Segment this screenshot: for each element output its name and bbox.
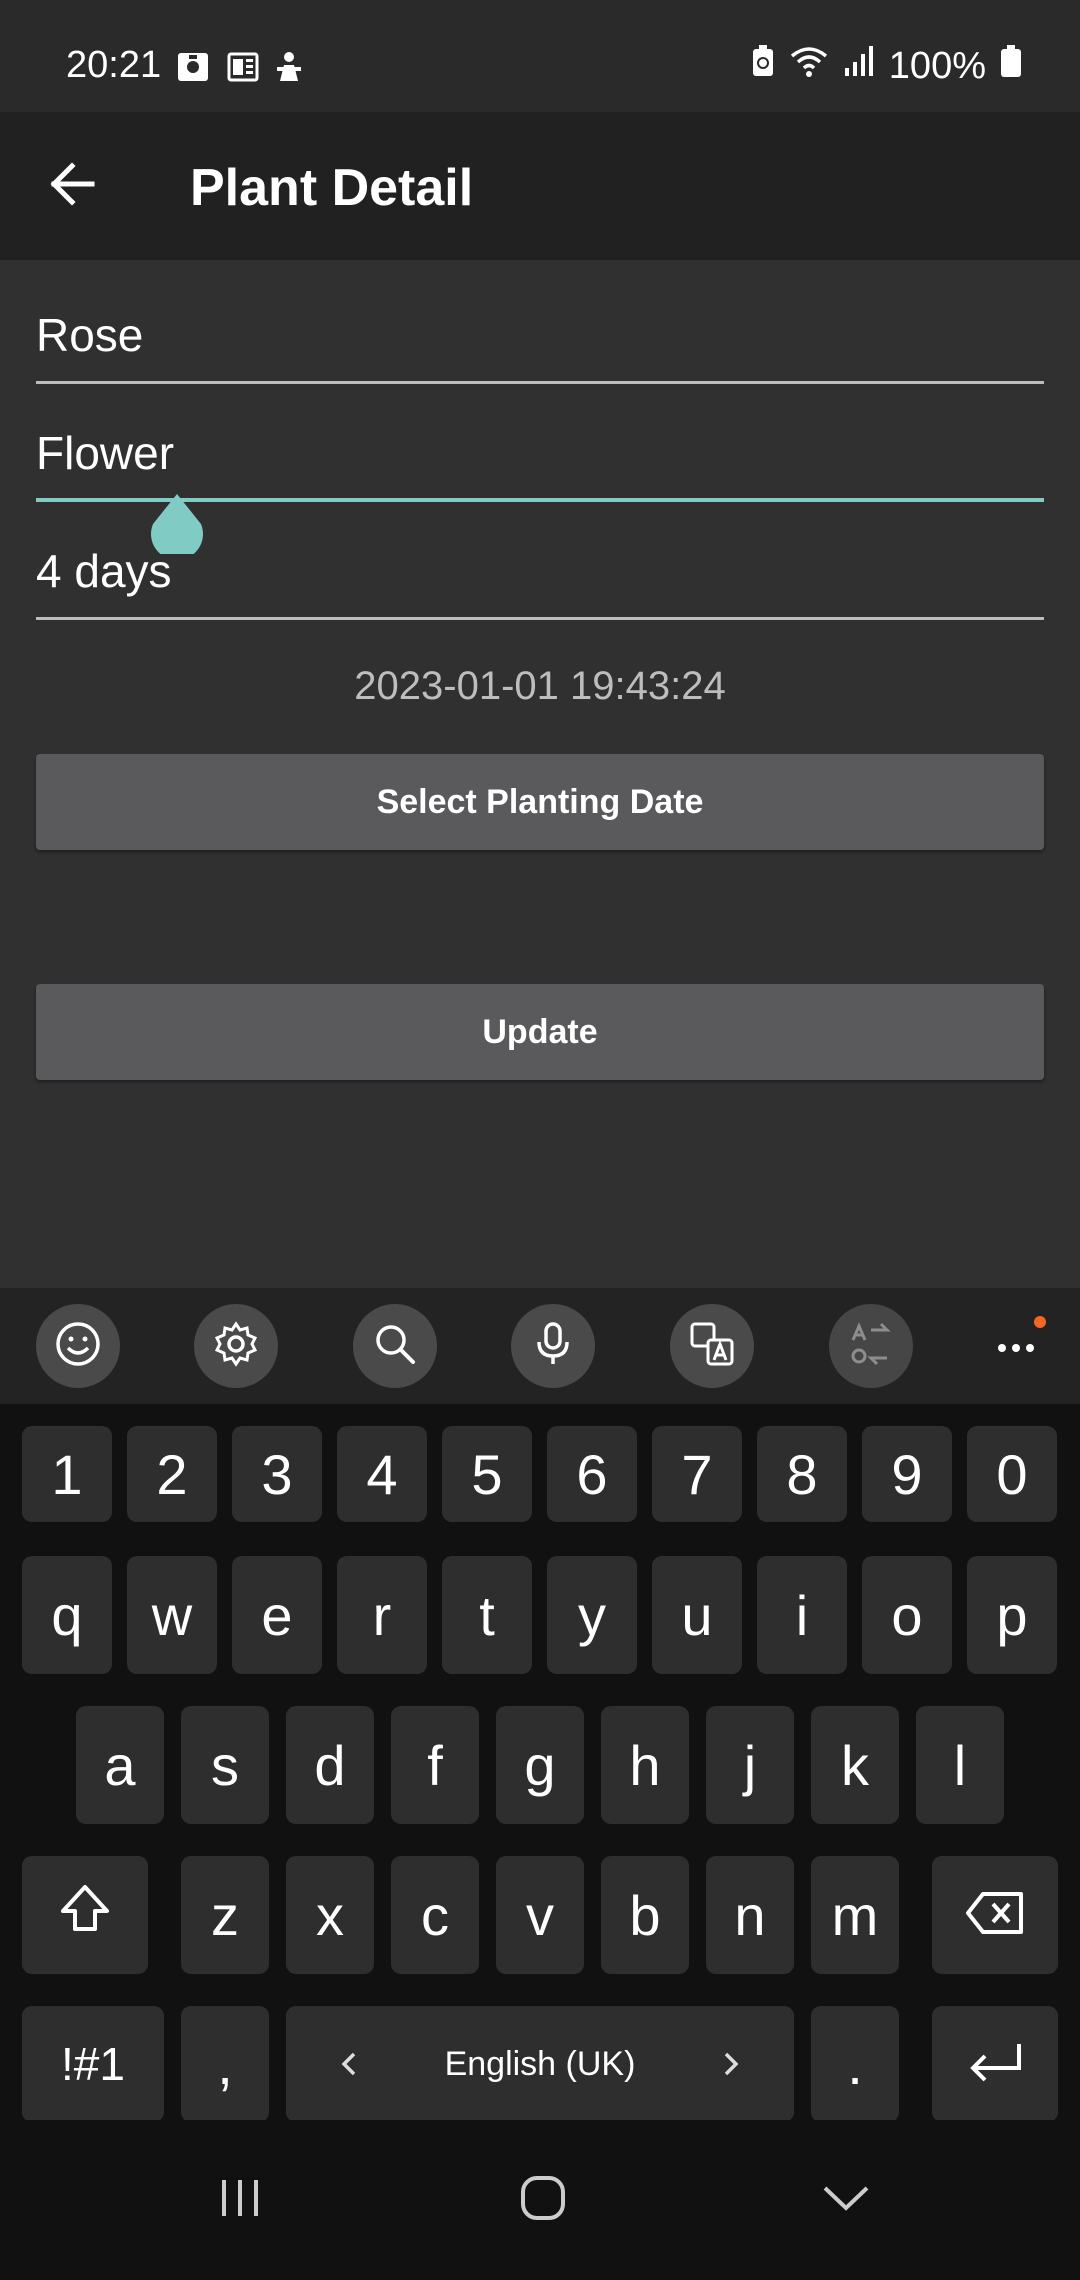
chevron-left-icon bbox=[338, 2006, 358, 2122]
comma-key[interactable]: , bbox=[181, 2006, 269, 2122]
backspace-key[interactable] bbox=[932, 1856, 1058, 1974]
app-bar: Plant Detail bbox=[0, 112, 1080, 260]
wifi-icon bbox=[789, 44, 829, 88]
key-t[interactable]: t bbox=[442, 1556, 532, 1674]
key-g[interactable]: g bbox=[496, 1706, 584, 1824]
battery-text: 100% bbox=[888, 44, 986, 87]
signal-icon bbox=[843, 44, 875, 88]
more-options-button[interactable] bbox=[974, 1304, 1058, 1388]
status-right-group: 100% bbox=[751, 44, 1022, 88]
keyboard-search-button[interactable] bbox=[353, 1304, 437, 1388]
microphone-icon bbox=[529, 1320, 577, 1373]
navigation-bar bbox=[0, 2120, 1080, 2280]
watering-interval-underline bbox=[36, 617, 1044, 620]
key-i[interactable]: i bbox=[757, 1556, 847, 1674]
key-d[interactable]: d bbox=[286, 1706, 374, 1824]
key-y[interactable]: y bbox=[547, 1556, 637, 1674]
key-o[interactable]: o bbox=[862, 1556, 952, 1674]
watering-interval-input[interactable] bbox=[36, 536, 1044, 606]
key-w[interactable]: w bbox=[127, 1556, 217, 1674]
key-s[interactable]: s bbox=[181, 1706, 269, 1824]
emoji-icon bbox=[54, 1320, 102, 1373]
image-notification-icon bbox=[176, 50, 210, 84]
key-v[interactable]: v bbox=[496, 1856, 584, 1974]
shift-icon bbox=[59, 1883, 111, 1948]
text-transform-icon bbox=[847, 1320, 895, 1373]
key-5[interactable]: 5 bbox=[442, 1426, 532, 1522]
settings-icon bbox=[212, 1320, 260, 1373]
space-language-label: English (UK) bbox=[444, 2044, 636, 2083]
plant-type-field bbox=[36, 418, 1044, 502]
key-c[interactable]: c bbox=[391, 1856, 479, 1974]
symbols-key[interactable]: !#1 bbox=[22, 2006, 164, 2122]
recent-apps-button[interactable] bbox=[180, 2160, 300, 2240]
key-6[interactable]: 6 bbox=[547, 1426, 637, 1522]
status-bar: 20:21 100% bbox=[0, 0, 1080, 112]
key-9[interactable]: 9 bbox=[862, 1426, 952, 1522]
key-1[interactable]: 1 bbox=[22, 1426, 112, 1522]
key-j[interactable]: j bbox=[706, 1706, 794, 1824]
key-b[interactable]: b bbox=[601, 1856, 689, 1974]
emoji-button[interactable] bbox=[36, 1304, 120, 1388]
plant-name-input[interactable] bbox=[36, 300, 1044, 370]
recent-apps-icon bbox=[216, 2176, 264, 2225]
hide-keyboard-icon bbox=[821, 2180, 871, 2221]
key-x[interactable]: x bbox=[286, 1856, 374, 1974]
figure-notification-icon bbox=[272, 50, 306, 84]
select-planting-date-button[interactable]: Select Planting Date bbox=[36, 754, 1044, 850]
enter-key[interactable] bbox=[932, 2006, 1058, 2122]
more-icon bbox=[986, 1314, 1046, 1379]
voice-input-button[interactable] bbox=[511, 1304, 595, 1388]
translate-icon bbox=[688, 1320, 736, 1373]
key-3[interactable]: 3 bbox=[232, 1426, 322, 1522]
home-button[interactable] bbox=[483, 2160, 603, 2240]
keyboard-settings-button[interactable] bbox=[194, 1304, 278, 1388]
space-key[interactable]: English (UK) bbox=[286, 2006, 794, 2122]
key-0[interactable]: 0 bbox=[967, 1426, 1057, 1522]
shift-key[interactable] bbox=[22, 1856, 148, 1974]
keyboard-toolbar bbox=[0, 1288, 1080, 1404]
watering-interval-field bbox=[36, 536, 1044, 620]
key-4[interactable]: 4 bbox=[337, 1426, 427, 1522]
key-e[interactable]: e bbox=[232, 1556, 322, 1674]
key-a[interactable]: a bbox=[76, 1706, 164, 1824]
hide-keyboard-button[interactable] bbox=[786, 2160, 906, 2240]
key-k[interactable]: k bbox=[811, 1706, 899, 1824]
key-u[interactable]: u bbox=[652, 1556, 742, 1674]
keyboard: 1 2 3 4 5 6 7 8 9 0 q w e r t y u i o p … bbox=[0, 1404, 1080, 2122]
update-button[interactable]: Update bbox=[36, 984, 1044, 1080]
planting-date-text: 2023-01-01 19:43:24 bbox=[354, 664, 726, 708]
status-time: 20:21 bbox=[66, 44, 162, 86]
chevron-right-icon bbox=[722, 2006, 742, 2122]
key-z[interactable]: z bbox=[181, 1856, 269, 1974]
battery-saver-icon bbox=[751, 44, 775, 88]
key-h[interactable]: h bbox=[601, 1706, 689, 1824]
news-notification-icon bbox=[226, 50, 260, 84]
backspace-icon bbox=[965, 1883, 1025, 1948]
key-q[interactable]: q bbox=[22, 1556, 112, 1674]
key-8[interactable]: 8 bbox=[757, 1426, 847, 1522]
key-p[interactable]: p bbox=[967, 1556, 1057, 1674]
battery-icon bbox=[1000, 44, 1022, 88]
plant-name-field bbox=[36, 300, 1044, 384]
back-button[interactable] bbox=[30, 148, 114, 224]
key-f[interactable]: f bbox=[391, 1706, 479, 1824]
search-icon bbox=[371, 1320, 419, 1373]
page-title: Plant Detail bbox=[190, 159, 474, 217]
key-r[interactable]: r bbox=[337, 1556, 427, 1674]
key-2[interactable]: 2 bbox=[127, 1426, 217, 1522]
key-n[interactable]: n bbox=[706, 1856, 794, 1974]
key-l[interactable]: l bbox=[916, 1706, 1004, 1824]
enter-icon bbox=[965, 2032, 1025, 2097]
plant-name-underline bbox=[36, 381, 1044, 384]
arrow-left-icon bbox=[48, 161, 96, 211]
text-transform-button[interactable] bbox=[829, 1304, 913, 1388]
period-key[interactable]: . bbox=[811, 2006, 899, 2122]
plant-type-input[interactable] bbox=[36, 418, 1044, 488]
key-7[interactable]: 7 bbox=[652, 1426, 742, 1522]
translate-button[interactable] bbox=[670, 1304, 754, 1388]
key-m[interactable]: m bbox=[811, 1856, 899, 1974]
home-icon bbox=[518, 2173, 568, 2228]
